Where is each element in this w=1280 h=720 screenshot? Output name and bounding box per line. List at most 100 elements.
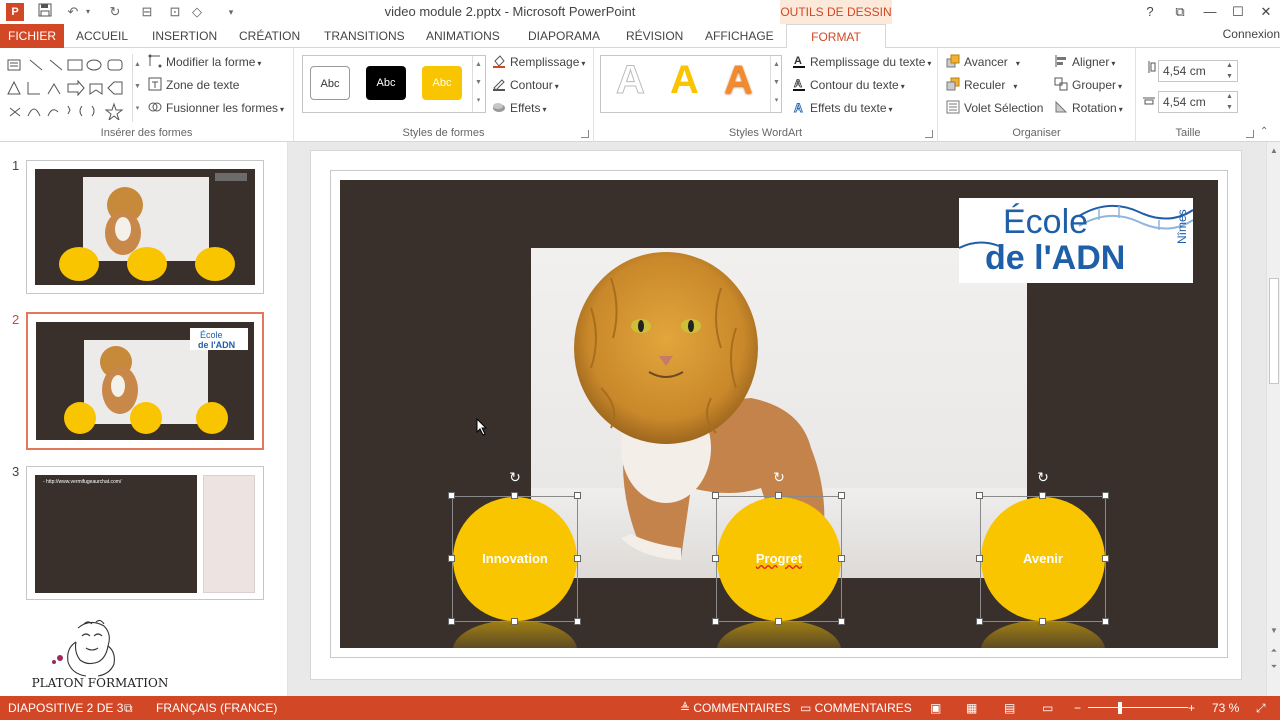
resize-handle[interactable] [976,492,983,499]
selection-pane-button[interactable]: Volet Sélection [946,98,1043,118]
previous-slide-icon[interactable]: ⏶ [1267,644,1280,658]
reading-view-icon[interactable]: ▤ [1004,696,1015,720]
wordart-scroll[interactable]: ▲ ▼ ▾ [770,56,782,112]
scroll-down-icon[interactable]: ▼ [1267,624,1280,638]
zoom-out-icon[interactable]: − [1074,696,1081,720]
notes-button[interactable]: ≜ COMMENTAIRES [680,696,791,720]
size-launcher-icon[interactable] [1246,130,1254,138]
shapes-gallery-scroll[interactable]: ▲ ▼ ▾ [132,54,142,122]
group-insert-shapes: ▲ ▼ ▾ Modifier la forme ▾ Zone de texte Fus… [0,48,294,142]
scrollbar-thumb[interactable] [1269,278,1279,384]
tab-view[interactable]: AFFICHAGE [695,24,784,48]
resize-handle[interactable] [1039,618,1046,625]
resize-handle[interactable] [574,555,581,562]
maximize-icon[interactable]: ☐ [1224,2,1252,22]
shape-style-white[interactable]: Abc [310,66,350,100]
resize-handle[interactable] [448,492,455,499]
resize-handle[interactable] [712,555,719,562]
slideshow-view-icon[interactable]: ▭ [1042,696,1053,720]
tab-review[interactable]: RÉVISION [616,24,693,48]
text-fill-button[interactable]: A Remplissage du texte ▾ [792,52,931,72]
resize-handle[interactable] [1102,555,1109,562]
rotate-handle-icon[interactable]: ↻ [772,470,786,484]
tab-home[interactable]: ACCUEIL [66,24,138,48]
help-icon[interactable]: ? [1136,2,1164,22]
merge-shapes-button[interactable]: Fusionner les formes ▾ [148,98,284,118]
resize-handle[interactable] [1102,618,1109,625]
shape-effects-button[interactable]: Effets ▾ [492,98,546,118]
shape-outline-button[interactable]: Contour ▾ [492,75,559,95]
tab-format[interactable]: FORMAT [786,24,886,49]
resize-handle[interactable] [448,555,455,562]
resize-handle[interactable] [448,618,455,625]
resize-handle[interactable] [574,492,581,499]
tab-animations[interactable]: ANIMATIONS [416,24,510,48]
align-button[interactable]: Aligner ▾ [1054,52,1115,72]
tab-slideshow[interactable]: DIAPORAMA [518,24,610,48]
rotate-handle-icon[interactable]: ↻ [508,470,522,484]
text-box-button[interactable]: Zone de texte [148,75,239,95]
tab-insert[interactable]: INSERTION [142,24,227,48]
resize-handle[interactable] [976,555,983,562]
minimize-icon[interactable]: — [1196,2,1224,22]
send-backward-button[interactable]: Reculer ▾ [946,75,1017,95]
zoom-level[interactable]: 73 % [1212,696,1239,720]
ribbon-display-icon[interactable]: ⧉ [1166,2,1194,22]
slide-thumbnail-3[interactable]: - http://www.vermifugeaurchat.com/ [26,466,264,600]
signin-link[interactable]: Connexion [1223,24,1280,44]
shape-fill-button[interactable]: Remplissage ▾ [492,52,585,72]
rotate-button[interactable]: Rotation ▾ [1054,98,1123,118]
wordart-launcher-icon[interactable] [925,130,933,138]
tab-design[interactable]: CRÉATION [229,24,310,48]
rotate-handle-icon[interactable]: ↻ [1036,470,1050,484]
shape-styles-launcher-icon[interactable] [581,130,589,138]
slide-2[interactable]: École de l'ADN Nîmes Innovation ↻ Progre… [340,180,1218,648]
resize-handle[interactable] [511,618,518,625]
shape-style-yellow[interactable]: Abc [422,66,462,100]
resize-handle[interactable] [838,618,845,625]
bring-forward-button[interactable]: Avancer ▾ [946,52,1020,72]
resize-handle[interactable] [838,492,845,499]
slide-thumbnail-1[interactable] [26,160,264,294]
edit-shape-button[interactable]: Modifier la forme ▾ [148,52,261,72]
width-spinner[interactable]: ▲ ▼ [1226,91,1236,113]
normal-view-icon[interactable]: ▣ [930,696,941,720]
resize-handle[interactable] [775,492,782,499]
slide-thumbnail-2[interactable]: École de l'ADN [26,312,264,450]
language-indicator[interactable]: FRANÇAIS (FRANCE) [156,696,277,720]
shape-styles-scroll[interactable]: ▲ ▼ ▾ [472,56,484,112]
resize-handle[interactable] [574,618,581,625]
zoom-in-icon[interactable]: + [1188,696,1195,720]
comments-button[interactable]: ▭ COMMENTAIRES [800,696,912,720]
tab-file[interactable]: FICHIER [0,24,64,48]
resize-handle[interactable] [712,492,719,499]
vertical-scrollbar[interactable]: ▲ ▼ ⏶ ⏷ [1266,142,1280,696]
text-outline-button[interactable]: A Contour du texte ▾ [792,75,905,95]
text-effects-button[interactable]: A Effets du texte ▾ [792,98,893,118]
resize-handle[interactable] [838,555,845,562]
scroll-up-icon[interactable]: ▲ [1267,144,1280,158]
tab-transitions[interactable]: TRANSITIONS [314,24,415,48]
resize-handle[interactable] [712,618,719,625]
height-spinner[interactable]: ▲ ▼ [1226,60,1236,82]
shape-style-black[interactable]: Abc [366,66,406,100]
resize-handle[interactable] [775,618,782,625]
resize-handle[interactable] [511,492,518,499]
wordart-style-orange[interactable]: A [724,58,753,103]
spellcheck-icon[interactable]: ⧉ [124,696,133,720]
slide-sorter-icon[interactable]: ▦ [966,696,977,720]
zoom-slider[interactable] [1088,707,1188,708]
resize-handle[interactable] [1102,492,1109,499]
next-slide-icon[interactable]: ⏷ [1267,660,1280,674]
shapes-gallery[interactable] [6,56,134,122]
close-icon[interactable]: ✕ [1252,2,1280,22]
wordart-style-yellow[interactable]: A [670,58,699,103]
group-button[interactable]: Grouper ▾ [1054,75,1122,95]
collapse-ribbon-icon[interactable]: ⌃ [1260,126,1268,137]
resize-handle[interactable] [976,618,983,625]
wordart-style-outline[interactable]: A [616,58,646,103]
slide-counter[interactable]: DIAPOSITIVE 2 DE 3 [8,696,123,720]
zoom-slider-thumb[interactable] [1118,702,1122,714]
resize-handle[interactable] [1039,492,1046,499]
fit-to-window-icon[interactable]: ⤢ [1256,696,1266,720]
